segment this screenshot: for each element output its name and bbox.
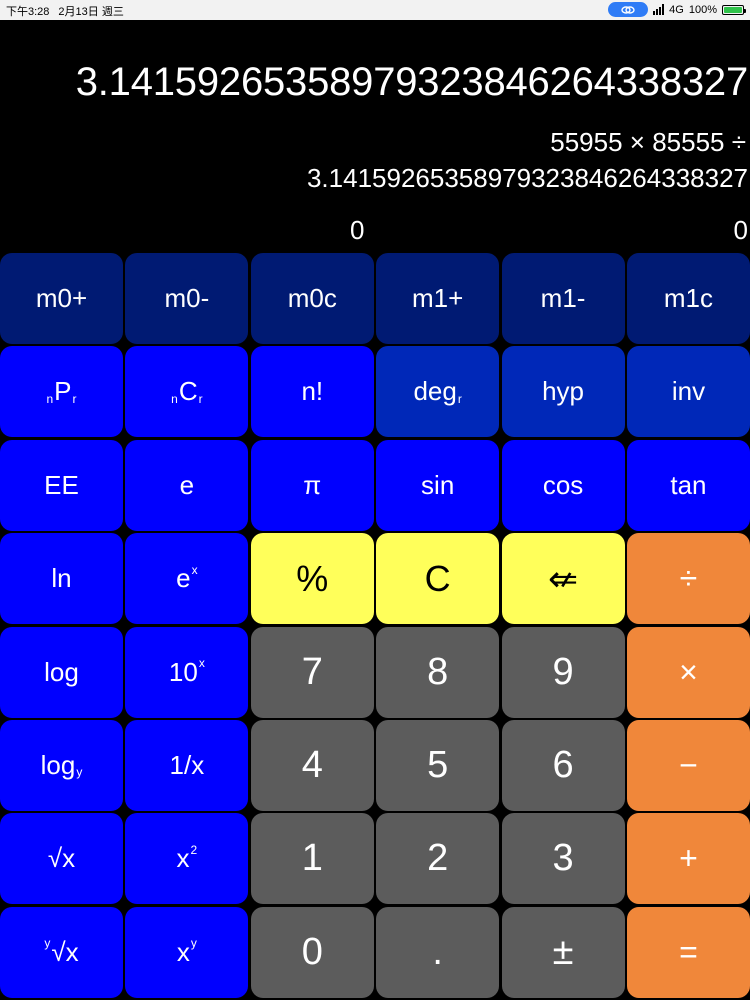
pow10-button[interactable]: 10 x	[125, 626, 249, 718]
square-root-button[interactable]: √x	[0, 813, 123, 905]
permutation-button[interactable]: nPr	[0, 346, 123, 438]
log-base-y-label: log	[40, 749, 76, 780]
plus-button[interactable]: +	[626, 813, 750, 905]
status-time: 下午3:28	[6, 6, 50, 18]
permutation-prefix: n	[46, 391, 54, 406]
clear-button[interactable]: C	[376, 533, 500, 625]
decimal-button[interactable]: .	[376, 906, 500, 998]
m0-plus-button[interactable]: m0+	[0, 253, 123, 344]
pow10-label: 10	[168, 656, 198, 687]
m0-minus-button[interactable]: m0-	[125, 253, 249, 344]
digit-7-button[interactable]: 7	[250, 626, 374, 718]
euler-button[interactable]: e	[125, 439, 249, 531]
digit-4-button[interactable]: 4	[250, 719, 374, 811]
combination-prefix: n	[171, 391, 178, 406]
degree-label: deg	[413, 376, 457, 407]
square-superscript: 2	[190, 842, 198, 857]
exp-button[interactable]: ex	[125, 533, 249, 625]
combination-subscript: r	[198, 391, 203, 406]
exp-label: e	[176, 563, 191, 594]
status-bar: 下午3:28 2月13日 週三 4G 100%	[0, 0, 750, 20]
digit-3-button[interactable]: 3	[501, 813, 625, 905]
digit-9-button[interactable]: 9	[501, 626, 625, 718]
digit-1-button[interactable]: 1	[250, 813, 374, 905]
permutation-label: P	[54, 376, 72, 407]
inverse-button[interactable]: inv	[626, 346, 750, 438]
cos-button[interactable]: cos	[501, 439, 625, 531]
minus-button[interactable]: −	[626, 719, 750, 811]
digit-6-button[interactable]: 6	[501, 719, 625, 811]
digit-0-button[interactable]: 0	[250, 906, 374, 998]
sin-button[interactable]: sin	[376, 439, 500, 531]
divide-button[interactable]: ÷	[626, 533, 750, 625]
factorial-button[interactable]: n!	[250, 346, 374, 438]
status-date: 2月13日 週三	[58, 6, 124, 18]
log-button[interactable]: log	[0, 626, 123, 718]
multiply-button[interactable]: ×	[626, 626, 750, 718]
power-label: x	[176, 936, 190, 967]
expression-line-1: 55955 × 85555 ÷	[550, 127, 746, 157]
keypad: m0+ m0- m0c m1+ m1- m1c nPr nCr n! deg r …	[0, 253, 750, 1000]
y-root-button[interactable]: y √x	[0, 906, 123, 998]
battery-fill	[724, 6, 742, 13]
digit-5-button[interactable]: 5	[376, 719, 500, 811]
reciprocal-button[interactable]: 1/x	[125, 719, 249, 811]
digit-2-button[interactable]: 2	[376, 813, 500, 905]
permutation-subscript: r	[72, 391, 77, 406]
pow10-superscript: x	[198, 656, 205, 671]
backspace-icon: ⇍	[547, 557, 579, 599]
memory-1-value: 0	[733, 215, 748, 245]
memory-0-value: 0	[350, 215, 365, 245]
result-display: 3.14159265358979323846264338327	[75, 60, 748, 104]
ee-button[interactable]: EE	[0, 439, 123, 531]
y-root-label: √x	[51, 936, 79, 967]
network-label: 4G	[669, 3, 684, 16]
power-superscript: y	[190, 936, 197, 951]
y-root-prefix: y	[44, 936, 51, 951]
combination-button[interactable]: nCr	[125, 346, 249, 438]
backspace-button[interactable]: ⇍	[501, 533, 625, 625]
equals-button[interactable]: =	[626, 906, 750, 998]
combination-label: C	[178, 376, 198, 407]
percent-button[interactable]: %	[250, 533, 374, 625]
m1-plus-button[interactable]: m1+	[376, 253, 500, 344]
pi-button[interactable]: π	[250, 439, 374, 531]
power-button[interactable]: xy	[125, 906, 249, 998]
exp-superscript: x	[191, 562, 198, 577]
ln-button[interactable]: ln	[0, 533, 123, 625]
m1-clear-button[interactable]: m1c	[626, 253, 750, 344]
m0-clear-button[interactable]: m0c	[250, 253, 374, 344]
hyperbolic-button[interactable]: hyp	[501, 346, 625, 438]
digit-8-button[interactable]: 8	[376, 626, 500, 718]
battery-percent: 100%	[688, 3, 717, 16]
signal-icon	[653, 4, 665, 15]
negate-button[interactable]: ±	[501, 906, 625, 998]
m1-minus-button[interactable]: m1-	[501, 253, 625, 344]
square-label: x	[176, 843, 190, 874]
battery-icon	[722, 4, 746, 15]
tan-button[interactable]: tan	[626, 439, 750, 531]
log-base-y-button[interactable]: log y	[0, 719, 123, 811]
degree-subscript: r	[457, 391, 462, 406]
square-button[interactable]: x2	[125, 813, 249, 905]
expression-line-2: 3.14159265358979323846264338327	[306, 163, 748, 193]
log-base-y-subscript: y	[76, 765, 83, 780]
degree-radian-button[interactable]: deg r	[376, 346, 500, 438]
link-icon	[608, 2, 649, 17]
